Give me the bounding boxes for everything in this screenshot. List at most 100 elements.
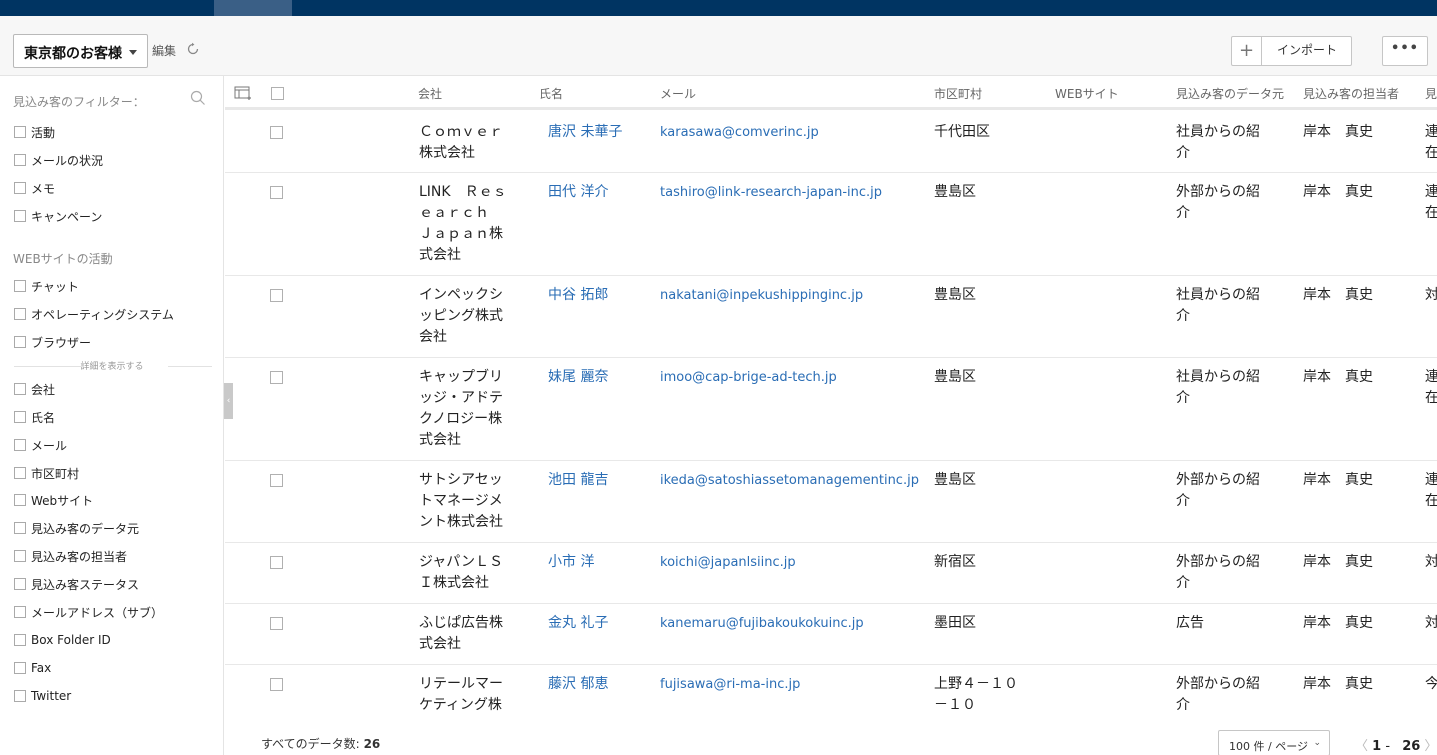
active-nav-tab[interactable] [214,0,292,16]
filter-checkbox[interactable] [14,126,26,138]
show-details-divider[interactable]: 詳細を表示する [0,359,224,373]
filter-checkbox[interactable] [14,467,26,479]
table-row[interactable]: サトシアセットマネージメント株式会社 池田 龍吉 ikeda@satoshias… [225,461,1437,543]
filter-label: Twitter [31,689,72,703]
filter-item-twitter[interactable]: Twitter [14,687,71,705]
filter-item-company[interactable]: 会社 [14,380,55,398]
cell-name-link[interactable]: 池田 龍吉 [548,470,648,491]
filter-item-email[interactable]: メール [14,436,67,454]
filter-item-browser[interactable]: ブラウザー [14,333,91,351]
view-selector[interactable]: 東京都のお客様 [13,34,148,68]
filter-checkbox[interactable] [14,154,26,166]
search-icon[interactable] [190,90,206,106]
filter-checkbox[interactable] [14,411,26,423]
row-checkbox[interactable] [270,474,283,487]
row-checkbox[interactable] [270,617,283,630]
cell-email-link[interactable]: ikeda@satoshiassetomanagementinc.jp [660,470,925,491]
cell-name-link[interactable]: 唐沢 未華子 [548,122,648,143]
cell-lead-owner: 岸本 真史 [1303,369,1373,385]
cell-lead-source: 外部からの紹介 [1176,676,1260,713]
filter-checkbox[interactable] [14,550,26,562]
filter-item-lead-owner[interactable]: 見込み客の担当者 [14,547,127,565]
cell-name-link[interactable]: 藤沢 郁恵 [548,674,648,695]
cell-lead-source: 外部からの紹介 [1176,472,1260,509]
refresh-icon[interactable] [186,42,200,56]
select-all-checkbox[interactable] [271,87,284,100]
column-header-lead-status[interactable]: 見 [1425,85,1437,102]
cell-name-link[interactable]: 田代 洋介 [548,182,648,203]
filter-item-email-status[interactable]: メールの状況 [14,151,103,169]
more-actions-button[interactable]: ••• [1382,36,1428,66]
edit-view-link[interactable]: 編集 [152,42,176,59]
filter-item-fax[interactable]: Fax [14,659,51,677]
filter-checkbox[interactable] [14,522,26,534]
filter-checkbox[interactable] [14,182,26,194]
table-row[interactable]: ジャパンＬＳＩ株式会社 小市 洋 koichi@japanlsiinc.jp 新… [225,543,1437,604]
filter-item-chat[interactable]: チャット [14,277,79,295]
column-header-lead-source[interactable]: 見込み客のデータ元 [1176,85,1284,102]
filter-checkbox[interactable] [14,662,26,674]
column-header-email[interactable]: メール [660,85,696,102]
filter-item-lead-status[interactable]: 見込み客ステータス [14,575,139,593]
column-header-name[interactable]: 氏名 [539,85,563,102]
filter-item-website[interactable]: Webサイト [14,491,93,509]
row-checkbox[interactable] [270,678,283,691]
filter-item-memo[interactable]: メモ [14,179,55,197]
row-checkbox[interactable] [270,186,283,199]
cell-email-link[interactable]: imoo@cap-brige-ad-tech.jp [660,367,925,388]
cell-name-link[interactable]: 中谷 拓郎 [548,285,648,306]
filter-item-lead-source[interactable]: 見込み客のデータ元 [14,519,139,537]
row-checkbox[interactable] [270,289,283,302]
cell-email-link[interactable]: koichi@japanlsiinc.jp [660,552,925,573]
filter-checkbox[interactable] [14,308,26,320]
column-header-city[interactable]: 市区町村 [934,85,982,102]
cell-name-link[interactable]: 妹尾 麗奈 [548,367,648,388]
cell-email-link[interactable]: tashiro@link-research-japan-inc.jp [660,182,925,203]
row-checkbox[interactable] [270,556,283,569]
cell-lead-status: 連在 [1425,124,1437,161]
cell-email-link[interactable]: kanemaru@fujibakoukokuinc.jp [660,613,925,634]
show-details-label[interactable]: 詳細を表示する [80,362,143,372]
filter-checkbox[interactable] [14,280,26,292]
filter-item-campaign[interactable]: キャンペーン [14,207,102,225]
filter-checkbox[interactable] [14,634,26,646]
cell-name-link[interactable]: 金丸 礼子 [548,613,648,634]
filter-checkbox[interactable] [14,494,26,506]
column-header-website[interactable]: WEBサイト [1055,85,1119,102]
cell-name-link[interactable]: 小市 洋 [548,552,648,573]
table-row[interactable]: インペックシッピング株式会社 中谷 拓郎 nakatani@inpekuship… [225,276,1437,358]
filter-checkbox[interactable] [14,439,26,451]
per-page-selector[interactable]: 100 件 / ページ ⌄ [1218,730,1330,755]
table-row[interactable]: LINK Ｒｅｓｅａｒｃｈ Ｊａｐａｎ株式会社 田代 洋介 tashiro@li… [225,173,1437,276]
filter-item-secondary-email[interactable]: メールアドレス（サブ） [14,603,163,621]
next-page-icon[interactable]: 〉 [1424,739,1437,754]
cell-city: 豊島区 [934,287,976,303]
table-row[interactable]: リテールマーケティング株 藤沢 郁恵 fujisawa@ri-ma-inc.jp… [225,665,1437,726]
add-lead-button[interactable]: + [1232,37,1262,65]
cell-email-link[interactable]: fujisawa@ri-ma-inc.jp [660,674,925,695]
cell-company: キャップブリッジ・アドテクノロジー株式会社 [419,369,503,448]
filter-checkbox[interactable] [14,336,26,348]
filter-checkbox[interactable] [14,690,26,702]
cell-email-link[interactable]: karasawa@comverinc.jp [660,122,925,143]
filter-checkbox[interactable] [14,383,26,395]
row-checkbox[interactable] [270,371,283,384]
table-row[interactable]: ふじぱ広告株式会社 金丸 礼子 kanemaru@fujibakoukokuin… [225,604,1437,665]
filter-item-name[interactable]: 氏名 [14,408,55,426]
filter-item-box-folder-id[interactable]: Box Folder ID [14,631,111,649]
cell-email-link[interactable]: nakatani@inpekushippinginc.jp [660,285,925,306]
previous-page-icon[interactable]: 〈 [1355,739,1368,754]
filter-item-activity[interactable]: 活動 [14,123,55,141]
column-header-company[interactable]: 会社 [418,85,442,102]
filter-checkbox[interactable] [14,606,26,618]
column-header-lead-owner[interactable]: 見込み客の担当者 [1303,85,1399,102]
table-row[interactable]: キャップブリッジ・アドテクノロジー株式会社 妹尾 麗奈 imoo@cap-bri… [225,358,1437,461]
row-checkbox[interactable] [270,126,283,139]
filter-checkbox[interactable] [14,210,26,222]
filter-item-city[interactable]: 市区町村 [14,464,79,482]
filter-checkbox[interactable] [14,578,26,590]
table-row[interactable]: Ｃｏｍｖｅｒ株式会社 唐沢 未華子 karasawa@comverinc.jp … [225,113,1437,173]
import-button[interactable]: インポート [1263,37,1351,65]
filter-item-os[interactable]: オペレーティングシステム [14,305,174,323]
column-settings-icon[interactable] [234,86,252,100]
